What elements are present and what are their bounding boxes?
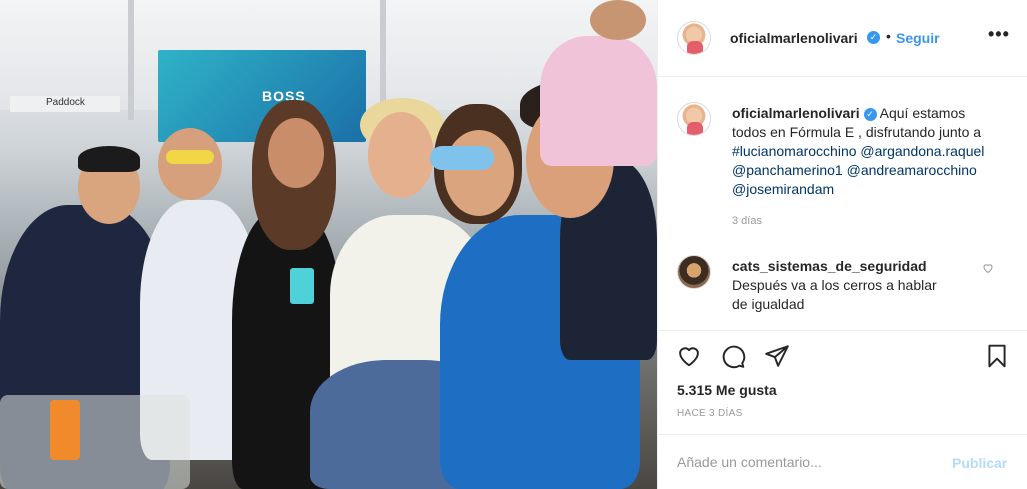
caption-hashtag[interactable]: #lucianomarocchino: [732, 143, 857, 159]
post-side-panel: oficialmarlenolivari ✓ • Seguir ••• ofic…: [657, 0, 1027, 489]
more-options-icon[interactable]: •••: [988, 24, 1010, 45]
caption-username[interactable]: oficialmarlenolivari: [732, 105, 860, 121]
person-face: [590, 0, 646, 40]
post-caption: oficialmarlenolivari ✓ Aquí estamos todo…: [732, 104, 1002, 199]
caption-mention[interactable]: @panchamerino1: [732, 162, 843, 178]
caption-mention[interactable]: @josemirandam: [732, 181, 834, 197]
sunglasses: [166, 150, 214, 164]
table-glasses: [0, 395, 190, 489]
comment-input[interactable]: [677, 451, 937, 473]
follow-button[interactable]: Seguir: [896, 30, 940, 46]
comment-text: Después va a los cerros a hablar de igua…: [732, 277, 937, 312]
share-icon[interactable]: [764, 343, 790, 374]
add-comment-bar: Publicar: [658, 434, 1027, 489]
header-username[interactable]: oficialmarlenolivari: [730, 30, 858, 46]
person-face: [368, 112, 434, 198]
post-actions: 5.315 Me gusta HACE 3 DÍAS: [658, 330, 1027, 434]
verified-badge-icon: ✓: [867, 31, 880, 44]
comment-username[interactable]: cats_sistemas_de_seguridad: [732, 258, 927, 274]
publish-button[interactable]: Publicar: [952, 455, 1007, 471]
verified-badge-icon: ✓: [863, 107, 877, 121]
avatar[interactable]: [677, 21, 711, 55]
caption-timestamp[interactable]: 3 días: [732, 215, 762, 227]
person-face: [268, 118, 324, 188]
post-header: oficialmarlenolivari ✓ • Seguir •••: [658, 0, 1027, 77]
post-photo[interactable]: Paddock BOSS: [0, 0, 657, 489]
comment-icon[interactable]: [720, 343, 746, 374]
paddock-sign-text: Paddock: [46, 97, 85, 108]
caption-mention[interactable]: @andreamarocchino: [847, 162, 977, 178]
person-hair: [78, 146, 140, 172]
mirrored-sunglasses: [430, 146, 494, 170]
orange-drink: [50, 400, 80, 460]
comment-like-heart-icon[interactable]: [982, 262, 994, 277]
person-face: [158, 128, 222, 200]
person-face: [444, 130, 514, 216]
tent-pole: [128, 0, 134, 120]
caption-avatar[interactable]: [677, 102, 711, 136]
caption-mention[interactable]: @argandona.raquel: [860, 143, 984, 159]
comments-section: oficialmarlenolivari ✓ Aquí estamos todo…: [658, 78, 1027, 330]
post-timestamp[interactable]: HACE 3 DÍAS: [677, 408, 743, 419]
lanyard-badge: [290, 268, 314, 304]
heart-icon[interactable]: [676, 343, 702, 374]
like-count[interactable]: 5.315 Me gusta: [677, 382, 777, 398]
header-separator: •: [886, 28, 891, 44]
bookmark-icon[interactable]: [984, 343, 1010, 374]
comment-avatar[interactable]: [677, 255, 711, 289]
person-pink-shirt: [540, 36, 657, 166]
